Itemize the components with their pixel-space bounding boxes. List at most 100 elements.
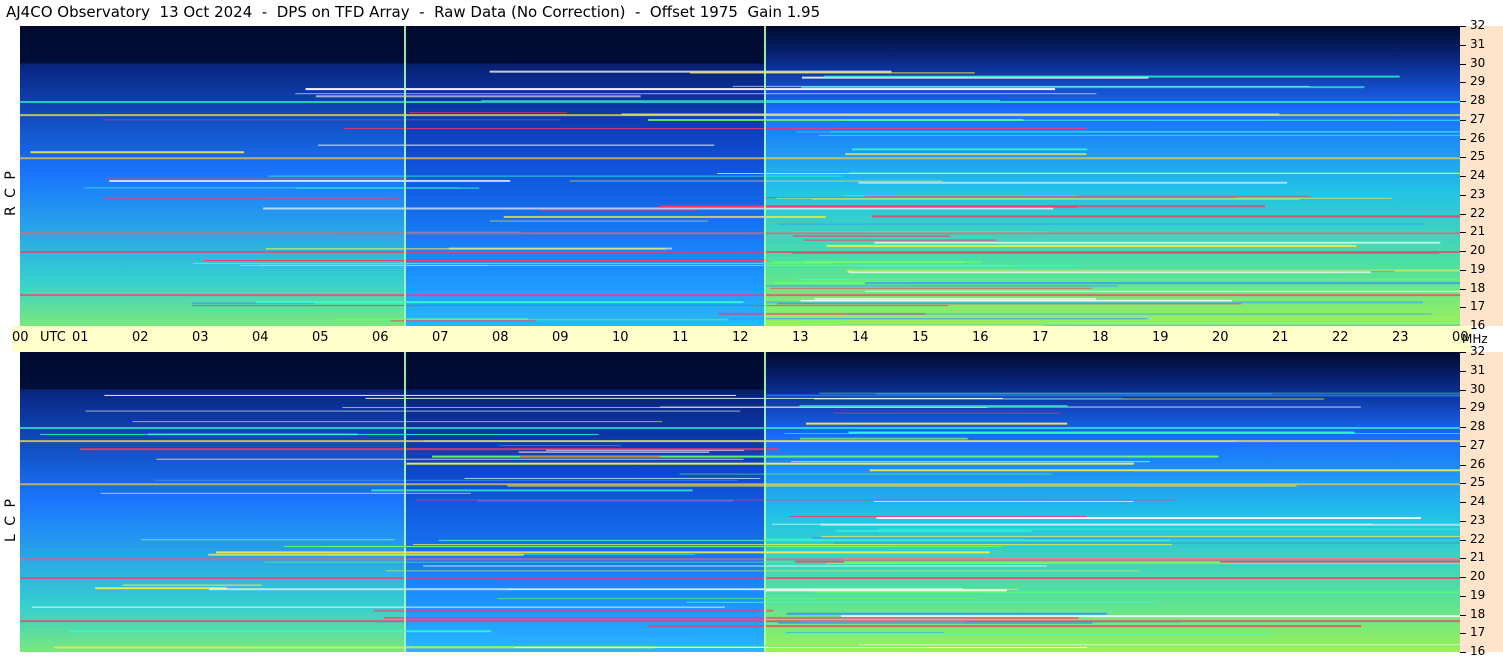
freq-tick [1460,445,1466,447]
interference-line [815,591,1460,593]
freq-tick [1460,595,1466,597]
freq-tick [1460,483,1466,485]
freq-tick [1460,176,1466,177]
interference-line [105,177,409,179]
interference-line [851,148,1088,151]
rcp-label-strip: R C P [0,26,20,326]
interference-line [342,407,988,409]
interference-line [841,615,1460,618]
interference-line [438,539,1171,541]
persistent-band [20,294,1460,297]
persistent-band [20,157,1460,160]
interference-line [871,215,1460,218]
freq-tick [1460,464,1466,466]
interference-line [799,321,1460,323]
interference-line [779,223,1424,225]
interference-line [782,633,1270,635]
interference-line [648,625,1362,628]
interference-line [69,630,492,633]
interference-line [873,501,1134,503]
time-tick-label: 07 [432,330,449,345]
interference-line [826,244,1357,247]
freq-tick [1460,26,1466,27]
interference-line [777,303,1242,305]
time-tick-label: 16 [972,330,989,345]
persistent-band [20,577,1460,579]
dark-band [20,352,764,390]
interference-line [104,394,736,396]
lcp-label: L C P [3,497,19,542]
freq-tick-label: 24 [1470,168,1486,182]
interference-line [765,589,1007,592]
rcp-heatmap-svg [20,26,1460,326]
mhz-label: MHz [1462,332,1488,346]
interference-line [385,570,1140,572]
interference-line [789,516,1087,518]
time-tick-label: 06 [372,330,389,345]
interference-line [569,180,943,182]
time-tick-label: 11 [672,330,689,345]
utc-label: UTC [40,330,66,345]
freq-tick [1460,194,1466,196]
freq-tick [1460,539,1466,541]
time-tick-label: 19 [1152,330,1169,345]
interference-line [864,282,1460,285]
time-tick-label: 13 [792,330,809,345]
interference-line [785,631,944,633]
freq-tick-label: 31 [1470,362,1486,377]
time-marker [404,26,406,326]
interference-line [878,528,1460,530]
rcp-label: R C P [3,169,19,216]
interference-line [864,195,1310,197]
interference-line [100,492,471,494]
interference-line [373,609,774,612]
interference-line [30,151,245,154]
interference-line [811,536,1460,539]
interference-line [818,134,1460,136]
interference-line [191,305,949,307]
freq-tick [1460,269,1466,271]
interference-line [803,239,997,241]
freq-tick-label: 18 [1470,280,1486,295]
interference-line [423,565,1047,567]
freq-tick [1460,614,1466,616]
freq-tick [1460,251,1466,252]
interference-line [528,318,1148,320]
interference-line [844,561,1221,564]
freq-tick-label: 18 [1470,606,1486,621]
interference-line [800,437,968,440]
freq-tick [1460,119,1466,121]
freq-tick-label: 22 [1470,531,1486,546]
freq-tick-label: 29 [1470,74,1486,89]
time-tick-label: 08 [492,330,509,345]
freq-tick-label: 21 [1470,224,1486,239]
interference-line [497,598,978,600]
freq-tick [1460,520,1466,522]
interference-line [865,290,1460,292]
freq-tick-label: 29 [1470,400,1486,415]
interference-line [265,248,666,250]
interference-line [409,112,567,114]
interference-line [305,88,1056,91]
freq-tick-label: 30 [1470,381,1486,396]
interference-line [799,404,1068,407]
interference-line [801,86,1365,89]
interference-line [875,393,1273,395]
time-marker [404,352,406,652]
interference-line [256,301,744,304]
interference-line [343,128,1086,130]
interference-line [812,198,1300,200]
time-marker [764,352,766,652]
interference-line [132,421,663,423]
freq-tick-label: 23 [1470,186,1486,201]
time-tick-label: 02 [132,330,149,345]
freq-tick [1460,389,1466,391]
interference-line [778,621,1093,624]
time-marker [764,26,766,326]
persistent-band [20,483,1460,486]
interference-line [843,119,1460,121]
interference-line [498,445,622,447]
freq-tick [1460,288,1466,290]
persistent-band [20,620,1460,623]
interference-line [103,197,399,200]
